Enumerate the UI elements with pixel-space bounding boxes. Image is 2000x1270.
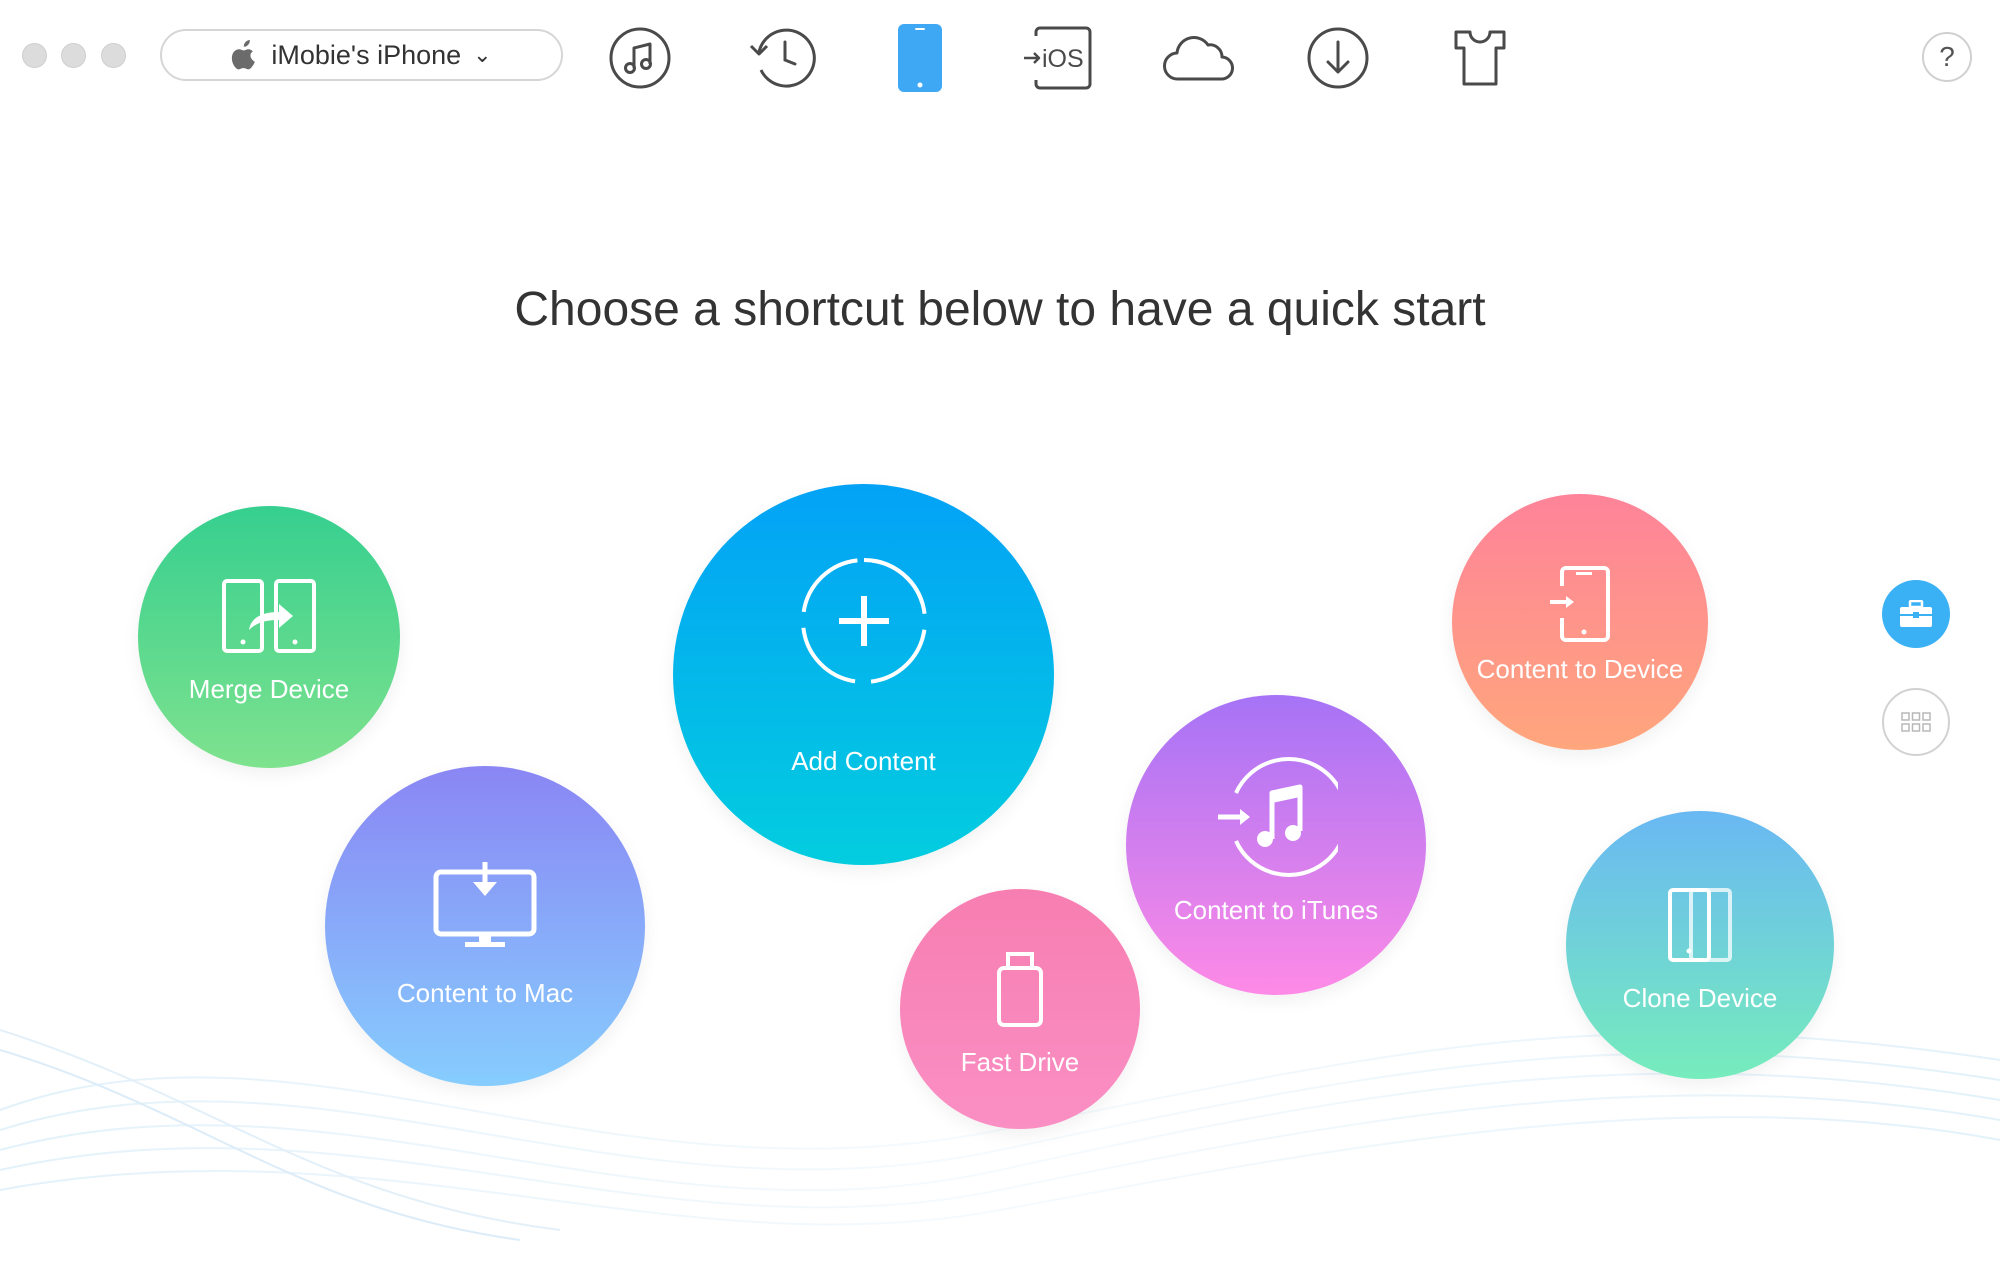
- device-button[interactable]: [880, 18, 960, 98]
- history-icon: [749, 28, 816, 88]
- add-content-shortcut[interactable]: Add Content: [673, 484, 1054, 865]
- clone-device-shortcut[interactable]: Clone Device: [1566, 811, 1834, 1079]
- device-icon: [898, 24, 942, 92]
- icloud-icon: [1163, 36, 1234, 81]
- content-to-mac-label: Content to Mac: [396, 978, 574, 1008]
- content-to-mac-icon: [433, 862, 537, 947]
- chevron-down-icon: ⌄: [473, 42, 492, 67]
- apple-icon: [232, 40, 256, 70]
- fast-drive-icon: [997, 952, 1043, 1027]
- clone-device-icon: [1668, 888, 1732, 962]
- download-icon: [1307, 27, 1369, 89]
- ios-mover-icon: iOS: [1024, 26, 1092, 90]
- fast-drive-label: Fast Drive: [960, 1047, 1080, 1077]
- content-to-mac-shortcut[interactable]: Content to Mac: [325, 766, 645, 1086]
- skin-icon: [1454, 30, 1506, 86]
- content-to-device-icon: [1550, 566, 1610, 642]
- page-title: Choose a shortcut below to have a quick …: [514, 283, 1486, 336]
- merge-device-shortcut[interactable]: Merge Device: [138, 506, 400, 768]
- music-icon: [609, 27, 671, 89]
- window-close-button[interactable]: [22, 43, 47, 68]
- add-content-icon: [800, 558, 927, 684]
- app-window: iMobie's iPhone ⌄ iOS ? Choose a shortcu…: [0, 0, 2000, 1270]
- ios-label: iOS: [1042, 45, 1084, 73]
- content-to-device-shortcut[interactable]: Content to Device: [1452, 494, 1708, 750]
- icloud-button[interactable]: [1158, 18, 1238, 98]
- fast-drive-shortcut[interactable]: Fast Drive: [900, 889, 1140, 1129]
- grid-view-button[interactable]: [1882, 688, 1950, 756]
- merge-device-icon: [222, 579, 316, 653]
- history-button[interactable]: [742, 18, 822, 98]
- content-to-itunes-icon: [1218, 757, 1338, 877]
- content-to-itunes-shortcut[interactable]: Content to iTunes: [1126, 695, 1426, 995]
- help-button[interactable]: ?: [1922, 32, 1972, 82]
- window-minimize-button[interactable]: [61, 43, 86, 68]
- device-selector[interactable]: iMobie's iPhone ⌄: [160, 29, 563, 81]
- shortcuts-view-button[interactable]: [1882, 580, 1950, 648]
- window-zoom-button[interactable]: [101, 43, 126, 68]
- music-button[interactable]: [600, 18, 680, 98]
- content-to-itunes-label: Content to iTunes: [1173, 895, 1379, 925]
- skin-button[interactable]: [1440, 18, 1520, 98]
- toolbox-icon: [1900, 600, 1932, 627]
- grid-icon: [1901, 712, 1931, 732]
- ios-mover-button[interactable]: iOS: [1018, 18, 1098, 98]
- add-content-label: Add Content: [791, 746, 936, 776]
- download-button[interactable]: [1298, 18, 1378, 98]
- content-to-device-label: Content to Device: [1476, 654, 1684, 684]
- merge-device-label: Merge Device: [188, 674, 350, 704]
- clone-device-label: Clone Device: [1622, 983, 1778, 1013]
- device-name: iMobie's iPhone: [271, 39, 462, 70]
